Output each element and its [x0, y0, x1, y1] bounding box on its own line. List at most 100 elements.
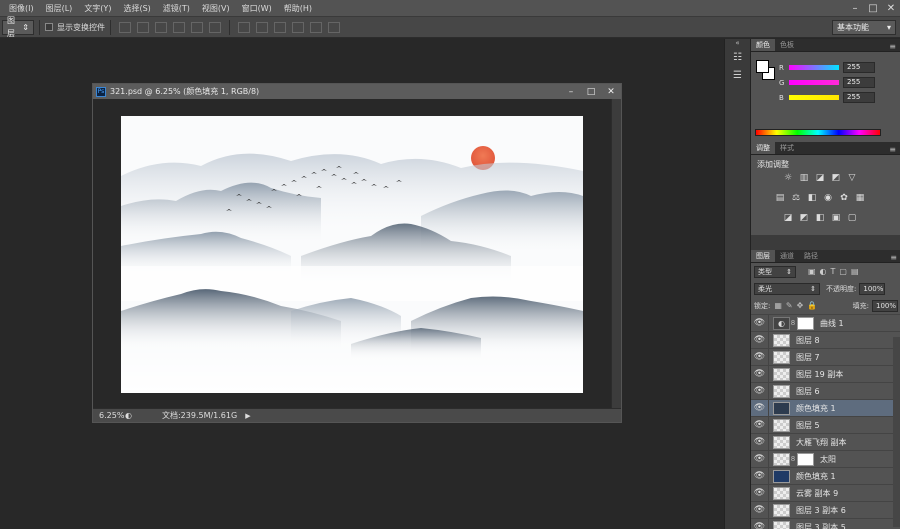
fill-input[interactable]: 100% [872, 299, 898, 312]
red-slider[interactable] [789, 65, 839, 70]
color-spectrum[interactable] [755, 129, 881, 136]
layer-row[interactable]: 👁 颜色填充 1 [751, 399, 900, 417]
photo-filter-icon[interactable]: ◉ [821, 193, 835, 204]
opacity-input[interactable]: 100% [859, 282, 886, 295]
align-right-icon[interactable] [155, 21, 167, 33]
red-value-input[interactable]: 255 [843, 62, 875, 73]
menu-help[interactable]: 帮助(H) [278, 0, 318, 17]
distribute-bottom-icon[interactable] [274, 21, 286, 33]
visibility-eye-icon[interactable]: 👁 [751, 518, 769, 529]
layer-mask-thumbnail[interactable] [797, 316, 814, 330]
auto-select-dropdown[interactable]: 图层 ⇕ [2, 16, 34, 38]
blend-mode-dropdown[interactable]: 柔光 ⇕ [754, 282, 820, 295]
status-info-icon[interactable]: ◐ [125, 411, 132, 420]
transform-controls-checkbox[interactable] [45, 23, 53, 31]
color-balance-icon[interactable]: ⚖ [789, 193, 803, 204]
workspace-dropdown[interactable]: 基本功能 ▾ [832, 19, 896, 35]
tab-paths[interactable]: 路径 [799, 250, 823, 262]
layer-thumbnail[interactable] [773, 435, 790, 449]
gradient-icon[interactable]: ▢ [845, 213, 859, 224]
zoom-level[interactable]: 6.25% [93, 411, 124, 420]
tab-channels[interactable]: 通道 [775, 250, 799, 262]
align-middle-icon[interactable] [191, 21, 203, 33]
panel-menu-icon[interactable]: ≡ [889, 145, 900, 154]
align-top-icon[interactable] [173, 21, 185, 33]
invert-icon[interactable]: ◪ [781, 213, 795, 224]
document-titlebar[interactable]: Ps 321.psd @ 6.25% (颜色填充 1, RGB/8) – □ ✕ [93, 84, 621, 99]
align-left-icon[interactable] [119, 21, 131, 33]
tab-color[interactable]: 颜色 [751, 39, 775, 51]
history-icon[interactable]: ☷ [729, 51, 747, 65]
layer-row[interactable]: 👁 图层 6 [751, 382, 900, 400]
foreground-color-swatch[interactable] [756, 60, 769, 73]
layer-thumbnail[interactable] [773, 520, 790, 529]
distribute-vcenter-icon[interactable] [256, 21, 268, 33]
layer-thumbnail[interactable] [773, 486, 790, 500]
layer-thumbnail[interactable] [773, 401, 790, 415]
blue-value-input[interactable]: 255 [843, 92, 875, 103]
visibility-eye-icon[interactable]: 👁 [751, 416, 769, 434]
menu-filter[interactable]: 滤镜(T) [157, 0, 196, 17]
tab-styles[interactable]: 样式 [775, 142, 799, 154]
visibility-eye-icon[interactable]: 👁 [751, 348, 769, 366]
layer-thumbnail[interactable] [773, 469, 790, 483]
layer-thumbnail[interactable] [773, 503, 790, 517]
layer-filter-dropdown[interactable]: 类型 ⇕ [754, 265, 796, 278]
layer-row[interactable]: 👁 云雾 副本 9 [751, 484, 900, 502]
layer-row[interactable]: 👁 ◐ 8 曲线 1 [751, 314, 900, 332]
layer-filter-icons[interactable]: ▣◐T▢▤ [808, 267, 863, 276]
panel-menu-icon[interactable]: ≡ [889, 42, 900, 51]
properties-icon[interactable]: ☰ [729, 69, 747, 83]
layer-row[interactable]: 👁 颜色填充 1 [751, 467, 900, 485]
menu-select[interactable]: 选择(S) [117, 0, 156, 17]
brightness-icon[interactable]: ☼ [781, 173, 795, 184]
layer-row[interactable]: 👁 图层 3 副本 5 [751, 518, 900, 529]
align-bottom-icon[interactable] [209, 21, 221, 33]
layer-row[interactable]: 👁 8 太阳 [751, 450, 900, 468]
collapse-icon[interactable]: « [725, 39, 750, 47]
layers-scrollbar[interactable] [893, 337, 900, 527]
tab-layers[interactable]: 图层 [751, 250, 775, 262]
visibility-eye-icon[interactable]: 👁 [751, 399, 769, 417]
layer-row[interactable]: 👁 大雁飞翔 副本 [751, 433, 900, 451]
canvas-area[interactable] [93, 99, 621, 408]
layer-thumbnail[interactable] [773, 333, 790, 347]
visibility-eye-icon[interactable]: 👁 [751, 450, 769, 468]
tab-swatches[interactable]: 色板 [775, 39, 799, 51]
gradient-map-icon[interactable]: ▽ [845, 173, 859, 184]
layer-row[interactable]: 👁 图层 5 [751, 416, 900, 434]
tab-adjustments[interactable]: 调整 [751, 142, 775, 154]
visibility-eye-icon[interactable]: 👁 [751, 433, 769, 451]
visibility-eye-icon[interactable]: 👁 [751, 467, 769, 485]
visibility-eye-icon[interactable]: 👁 [751, 484, 769, 502]
layer-mask-thumbnail[interactable] [797, 452, 814, 466]
visibility-eye-icon[interactable]: 👁 [751, 382, 769, 400]
status-menu-arrow-icon[interactable]: ▶ [245, 412, 250, 420]
layer-thumbnail[interactable] [773, 350, 790, 364]
distribute-right-icon[interactable] [328, 21, 340, 33]
canvas[interactable] [121, 116, 583, 393]
color-lookup-icon[interactable]: ▦ [853, 193, 867, 204]
layer-thumbnail[interactable] [773, 418, 790, 432]
layer-thumbnail[interactable]: ◐ [773, 316, 790, 330]
layer-row[interactable]: 👁 图层 8 [751, 331, 900, 349]
menu-window[interactable]: 窗口(W) [236, 0, 278, 17]
distribute-hcenter-icon[interactable] [310, 21, 322, 33]
minimize-button[interactable]: – [846, 3, 864, 14]
visibility-eye-icon[interactable]: 👁 [751, 501, 769, 519]
visibility-eye-icon[interactable]: 👁 [751, 365, 769, 383]
channel-mixer-icon[interactable]: ✿ [837, 193, 851, 204]
distribute-top-icon[interactable] [238, 21, 250, 33]
maximize-button[interactable]: □ [864, 3, 882, 14]
green-value-input[interactable]: 255 [843, 77, 875, 88]
align-center-icon[interactable] [137, 21, 149, 33]
distribute-left-icon[interactable] [292, 21, 304, 33]
layer-thumbnail[interactable] [773, 452, 790, 466]
layer-thumbnail[interactable] [773, 367, 790, 381]
layer-row[interactable]: 👁 图层 7 [751, 348, 900, 366]
doc-close-button[interactable]: ✕ [601, 87, 621, 97]
close-button[interactable]: ✕ [882, 3, 900, 14]
doc-maximize-button[interactable]: □ [581, 87, 601, 97]
levels-icon[interactable]: ▥ [797, 173, 811, 184]
layer-row[interactable]: 👁 图层 19 副本 [751, 365, 900, 383]
